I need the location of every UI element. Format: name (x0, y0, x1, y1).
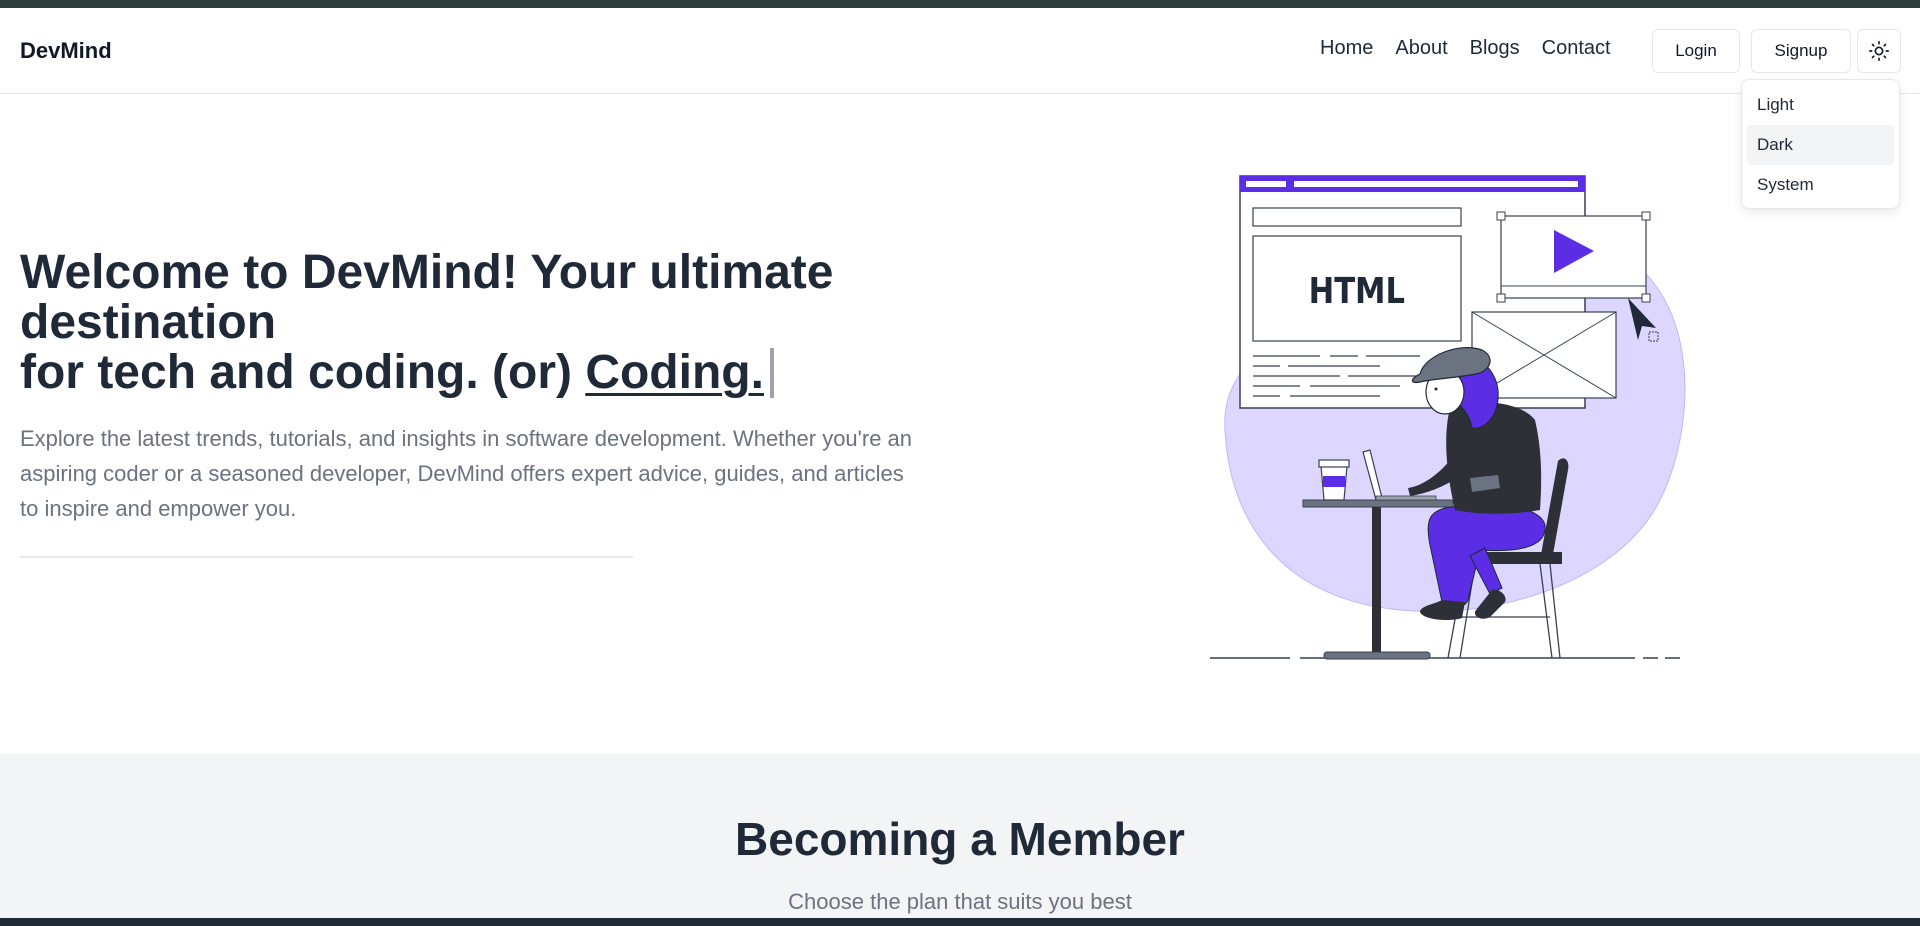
hero-title-line2: for tech and coding. (or) (20, 346, 586, 399)
membership-subheading: Choose the plan that suits you best (788, 889, 1132, 914)
table-top (1302, 499, 1454, 508)
theme-option-light[interactable]: Light (1747, 85, 1894, 125)
bottom-border (0, 918, 1920, 926)
html-label: HTML (1309, 270, 1405, 312)
nav-blogs[interactable]: Blogs (1470, 37, 1520, 60)
main-nav: Home About Blogs Contact (1320, 37, 1611, 60)
signup-button[interactable]: Signup (1751, 29, 1851, 73)
typed-word: Coding. (585, 346, 764, 399)
sun-icon (1869, 41, 1889, 61)
theme-toggle-button[interactable] (1857, 29, 1901, 73)
theme-dropdown-menu: Light Dark System (1741, 79, 1900, 209)
theme-option-dark[interactable]: Dark (1747, 125, 1894, 165)
site-header: DevMind Home About Blogs Contact Login S… (0, 8, 1920, 94)
hero-illustration: HTML (1210, 175, 1686, 660)
login-button[interactable]: Login (1652, 29, 1740, 73)
membership-section: Becoming a Member Choose the plan that s… (0, 754, 1920, 918)
membership-heading: Becoming a Member (735, 813, 1185, 865)
typing-caret (769, 348, 774, 398)
hero-divider (20, 556, 633, 558)
nav-home[interactable]: Home (1320, 37, 1373, 60)
hero-subtitle: Explore the latest trends, tutorials, an… (20, 426, 913, 521)
hero-title-bold: Welcome to DevMind! (20, 246, 518, 299)
nav-contact[interactable]: Contact (1542, 37, 1611, 60)
top-border (0, 0, 1920, 8)
nav-about[interactable]: About (1395, 37, 1447, 60)
brand-logo[interactable]: DevMind (20, 38, 112, 64)
hero-title: Welcome to DevMind! Your ultimate destin… (20, 248, 900, 398)
theme-option-system[interactable]: System (1747, 165, 1894, 205)
